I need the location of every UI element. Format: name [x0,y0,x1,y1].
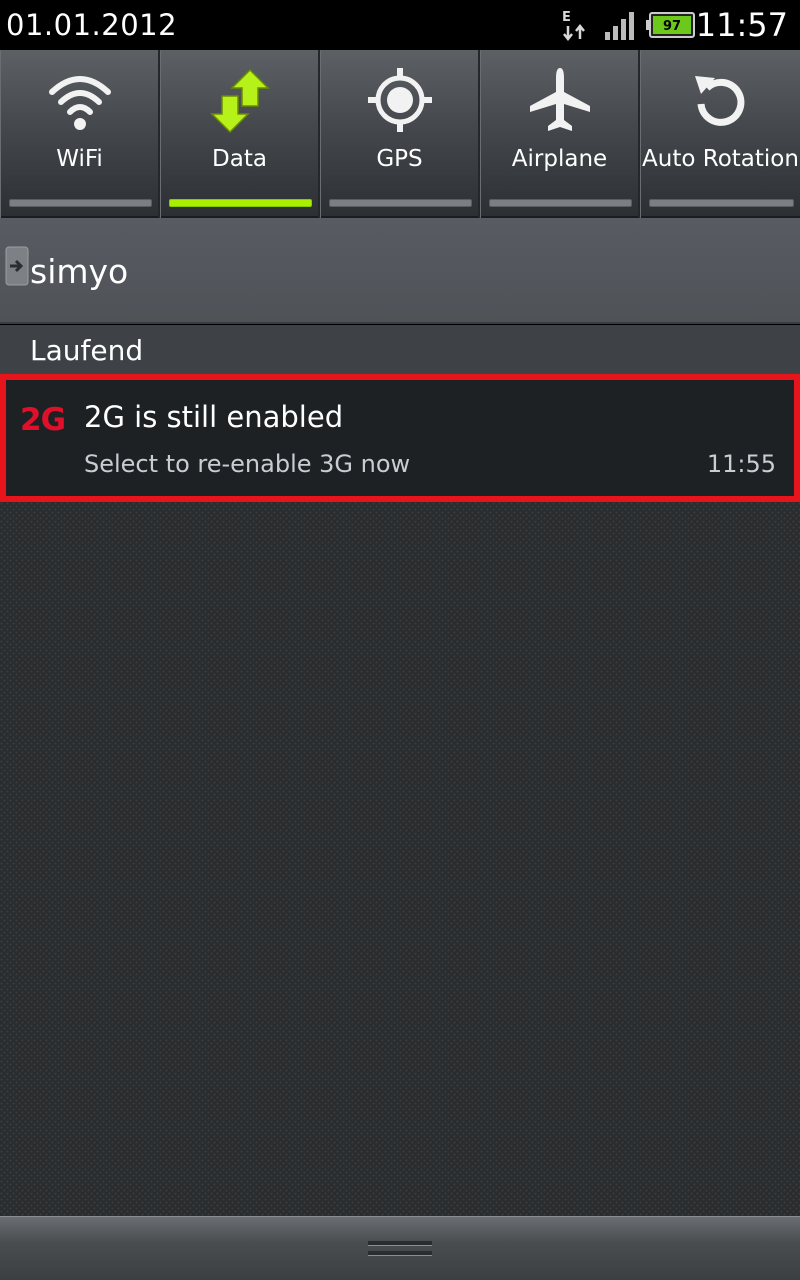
status-date: 01.01.2012 [6,8,178,42]
toggle-label: Data [212,146,267,172]
toggle-label: WiFi [56,146,103,172]
data-activity-icon: E [562,10,585,42]
toggle-label: Auto Rotation [642,146,799,172]
toggle-indicator [329,199,472,207]
toggle-airplane[interactable]: Airplane [480,50,640,218]
signal-icon [605,12,634,40]
toggle-label: Airplane [511,146,608,172]
status-time: 11:57 [695,6,788,44]
drag-handle-icon [368,1241,432,1256]
toggle-indicator [9,199,152,207]
2g-icon: 2G [20,402,66,438]
shade-handle[interactable] [0,1216,800,1280]
operator-name: simyo [30,252,129,291]
toggle-auto-rotation[interactable]: Auto Rotation [640,50,800,218]
svg-text:E: E [562,10,571,25]
section-title: Laufend [30,334,144,367]
toggle-gps[interactable]: GPS [320,50,480,218]
notification-item[interactable]: 2G 2G is still enabled Select to re-enab… [0,374,800,502]
airplane-icon [529,68,590,131]
notification-title: 2G is still enabled [84,400,344,434]
notification-list-empty-area [0,502,800,1216]
toggle-indicator [489,199,632,207]
notification-time: 11:55 [706,450,776,478]
battery-icon: 97 [646,12,695,38]
toggle-indicator [169,199,312,207]
quick-settings-panel: WiFi Data GPS Airplane Auto Rotation [0,50,800,218]
gps-icon [367,68,432,132]
toggle-label: GPS [376,146,423,172]
notification-text: Select to re-enable 3G now [84,450,411,478]
operator-row[interactable]: simyo [0,218,800,324]
toggle-indicator [649,199,794,207]
toggle-data[interactable]: Data [160,50,320,218]
sim-icon [5,246,29,286]
rotation-icon [694,76,744,126]
svg-text:97: 97 [663,19,681,34]
section-header-ongoing: Laufend [0,325,800,375]
status-bar: 01.01.2012 E 97 11:57 [0,0,800,50]
data-arrows-icon [209,68,270,134]
wifi-icon [48,76,111,130]
toggle-wifi[interactable]: WiFi [0,50,160,218]
